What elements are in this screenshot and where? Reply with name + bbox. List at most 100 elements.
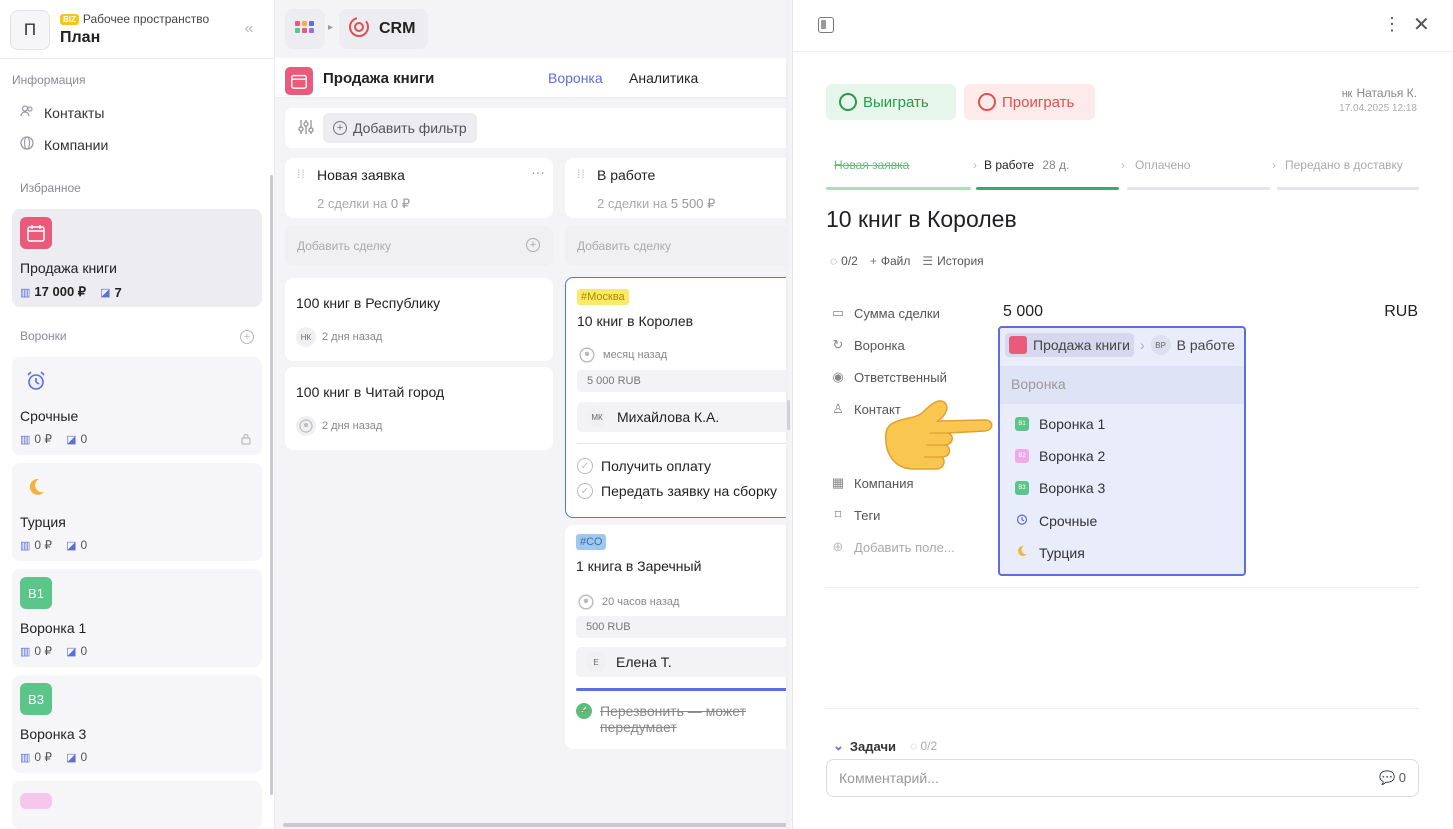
tab-funnel[interactable]: Воронка [548, 70, 603, 86]
funnel-stats: ▥ 0 ₽ ◪ 0 [20, 432, 87, 446]
task-item[interactable]: ✓ Получить оплату [577, 458, 711, 474]
column-header[interactable]: ⁞⁞ В работе 2 сделки на 5 500 ₽ [565, 158, 790, 218]
deal-card[interactable]: 100 книг в Читай город 2 дня назад [285, 367, 553, 450]
more-vertical-icon[interactable]: ⋮ [1383, 14, 1401, 35]
panel-toolbar: ⋮ ✕ [793, 0, 1453, 52]
crumb-current-funnel[interactable]: Продажа книги [1005, 333, 1134, 357]
deal-contact[interactable]: Е Елена Т. [576, 647, 790, 677]
funnel-card-urgent[interactable]: Срочные ▥ 0 ₽ ◪ 0 [12, 357, 262, 455]
sidebar-scrollbar[interactable] [270, 175, 273, 795]
stage-new-request[interactable]: Новая заявка › [826, 158, 977, 190]
workspace-avatar[interactable]: П [10, 10, 50, 50]
deal-contact[interactable]: МК Михайлова К.А. [577, 402, 790, 432]
history-button[interactable]: ☰ История [922, 254, 983, 268]
stage-delivered[interactable]: Передано в доставку [1277, 158, 1419, 190]
currency-value[interactable]: RUB [1384, 303, 1418, 321]
stage-paid[interactable]: Оплачено › [1127, 158, 1276, 190]
crm-app-button[interactable]: CRM [339, 9, 428, 49]
deal-tag[interactable]: #СО [576, 534, 607, 550]
deal-title[interactable]: 10 книг в Королев [826, 206, 1017, 233]
circle-icon [978, 93, 996, 111]
add-deal-label: Добавить сделку [577, 239, 672, 253]
avatar: НК [296, 327, 316, 347]
workspace-title[interactable]: План [60, 29, 100, 47]
column-summary: 2 сделки на 5 500 ₽ [597, 196, 715, 212]
board-area: ▸ CRM Продажа книги Воронка Аналитика + … [275, 0, 790, 829]
deals-icon: ◪ [66, 539, 77, 552]
funnel-stats: ▥ 0 ₽ ◪ 0 [20, 644, 87, 658]
stage-days: 28 д. [1042, 158, 1070, 172]
funnel-card-turkey[interactable]: Турция ▥ 0 ₽ ◪ 0 [12, 463, 262, 561]
calendar-icon [20, 217, 52, 249]
more-horizontal-icon[interactable]: ··· [531, 164, 545, 180]
field-label: Компания [854, 475, 914, 491]
field-label: Воронка [854, 337, 905, 353]
task-progress-bar [576, 688, 790, 691]
funnel-card-funnel-1[interactable]: B1 Воронка 1 ▥ 0 ₽ ◪ 0 [12, 569, 262, 667]
funnel-card-partial[interactable] [12, 781, 262, 829]
deal-card[interactable]: 100 книг в Республику НК 2 дня назад [285, 278, 553, 361]
lose-button[interactable]: Проиграть [964, 84, 1095, 120]
board-title: Продажа книги [323, 70, 435, 87]
deal-card-selected[interactable]: #Москва 10 книг в Королев месяц назад 5 … [565, 277, 790, 518]
option-turkey[interactable]: Турция [1015, 544, 1085, 561]
summary-amount: 0 ₽ [390, 196, 411, 211]
deal-tag[interactable]: #Москва [577, 289, 629, 305]
drag-handle-icon[interactable]: ⁞⁞ [297, 167, 306, 181]
column-header[interactable]: ⁞⁞ Новая заявка ··· 2 сделки на 0 ₽ [285, 158, 553, 218]
option-urgent[interactable]: Срочные [1015, 512, 1097, 529]
comment-input[interactable]: Комментарий... 💬 0 [826, 759, 1419, 797]
option-funnel-3[interactable]: B3 Воронка 3 [1015, 480, 1105, 496]
add-deal-button[interactable]: Добавить сделку + [285, 226, 553, 266]
funnel-card-funnel-3[interactable]: B3 Воронка 3 ▥ 0 ₽ ◪ 0 [12, 675, 262, 773]
sidebar-item-companies[interactable]: Компании [20, 136, 108, 153]
drag-handle-icon[interactable]: ⁞⁞ [577, 167, 586, 181]
panel-layout-icon[interactable] [818, 17, 834, 33]
alarm-clock-icon [20, 365, 52, 397]
crm-label: CRM [379, 20, 416, 37]
crm-logo-icon [347, 15, 371, 44]
chart-icon: ▥ [20, 433, 31, 446]
task-item[interactable]: ✓ Передать заявку на сборку [577, 483, 777, 499]
crumb-stage[interactable]: В работе [1177, 337, 1235, 353]
field-label: Теги [854, 507, 881, 523]
add-deal-button[interactable]: Добавить сделку [565, 226, 790, 266]
file-label: Файл [880, 254, 911, 268]
deal-card[interactable]: #СО 1 книга в Заречный 20 часов назад 50… [565, 525, 790, 749]
option-funnel-1[interactable]: B1 Воронка 1 [1015, 416, 1105, 432]
collapse-sidebar-icon[interactable]: « [240, 20, 258, 38]
add-file-button[interactable]: + Файл [870, 254, 911, 268]
stage-bar [1127, 187, 1270, 190]
win-button[interactable]: Выиграть [826, 84, 956, 120]
resize-handle[interactable] [787, 400, 790, 430]
favorite-card-book-sale[interactable]: Продажа книги ▥ 17 000 ₽ ◪ 7 [12, 209, 262, 307]
check-circle-icon[interactable]: ✓ [577, 458, 593, 474]
chart-icon: ▥ [20, 751, 31, 764]
funnel-search-input[interactable]: Воронка [1000, 366, 1244, 404]
chevron-right-icon: › [1139, 337, 1145, 353]
apps-button[interactable] [285, 9, 325, 49]
add-field-button[interactable]: ⊕ Добавить поле... [831, 539, 955, 555]
contacts-icon [20, 104, 34, 121]
check-circle-icon[interactable]: ✓ [577, 483, 593, 499]
filter-settings-icon[interactable] [297, 118, 315, 141]
deal-meta: НК 2 дня назад [296, 327, 382, 347]
board-horizontal-scrollbar[interactable] [283, 823, 788, 827]
add-filter-button[interactable]: + Добавить фильтр [323, 113, 477, 143]
tasks-progress-label: 0/2 [920, 739, 938, 753]
option-funnel-2[interactable]: B2 Воронка 2 [1015, 448, 1105, 464]
add-funnel-icon[interactable]: + [240, 330, 254, 344]
comments-count[interactable]: 💬 0 [1379, 770, 1406, 786]
stage-in-progress[interactable]: В работе 28 д. › [976, 158, 1125, 190]
avatar: ВР [1150, 335, 1171, 355]
close-icon[interactable]: ✕ [1413, 12, 1430, 37]
task-item-done[interactable]: ✓ Перезвонить — может передумает [576, 703, 776, 735]
deal-amount-value[interactable]: 5 000 [1003, 303, 1043, 321]
sidebar-item-contacts[interactable]: Контакты [20, 104, 104, 121]
tab-analytics[interactable]: Аналитика [629, 70, 698, 86]
plus-icon: + [869, 254, 877, 268]
tasks-section-header[interactable]: ⌄ Задачи ◌ 0/2 [833, 738, 937, 754]
task-progress[interactable]: ◌ 0/2 [830, 254, 858, 268]
crescent-moon-icon [20, 471, 52, 503]
check-circle-icon[interactable]: ✓ [576, 703, 592, 719]
